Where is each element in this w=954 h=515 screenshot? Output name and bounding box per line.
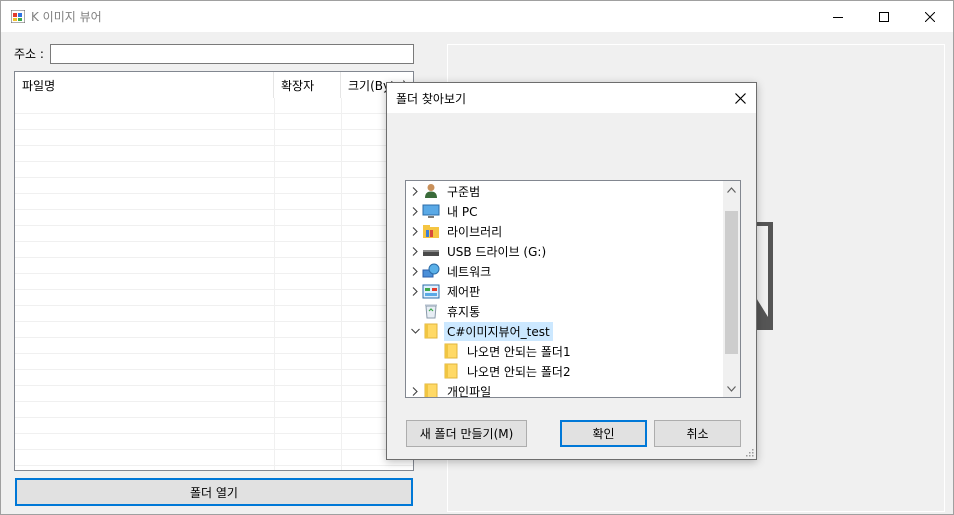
chevron-down-icon (727, 385, 736, 392)
tree-item-label: 나오면 안되는 폴더2 (467, 364, 571, 379)
tree-item[interactable]: 내 PC (408, 201, 480, 221)
cancel-button[interactable]: 취소 (654, 420, 741, 447)
new-folder-button[interactable]: 새 폴더 만들기(M) (406, 420, 527, 447)
chevron-right-icon[interactable] (408, 181, 422, 201)
usb-drive-icon (422, 243, 440, 259)
folder-browser-dialog: 폴더 찾아보기 구준범내 PC 라이브러리 USB 드라이브 (G:) 네트워크제어판… (386, 82, 757, 460)
file-list[interactable]: 파일명 확장자 크기(Byte) (14, 71, 414, 471)
ok-button[interactable]: 확인 (560, 420, 647, 447)
file-list-rows[interactable] (15, 98, 413, 470)
app-icon (11, 10, 25, 23)
chevron-right-icon[interactable] (408, 221, 422, 241)
chevron-right-icon[interactable] (408, 241, 422, 261)
minimize-icon (833, 16, 843, 18)
column-divider (341, 98, 342, 470)
open-folder-button[interactable]: 폴더 열기 (15, 478, 413, 506)
network-icon (422, 263, 440, 279)
scroll-up-button[interactable] (723, 181, 740, 198)
close-icon (734, 92, 746, 104)
address-label: 주소 : (14, 47, 44, 61)
tree-item-label: 개인파일 (447, 384, 492, 398)
tree-item-label: 나오면 안되는 폴더1 (467, 344, 571, 359)
folder-tree[interactable]: 구준범내 PC 라이브러리 USB 드라이브 (G:) 네트워크제어판휴지통 C#이미지… (405, 180, 741, 398)
tree-item-label: 내 PC (447, 204, 478, 219)
pc-icon (422, 203, 440, 219)
chevron-up-icon (727, 186, 736, 193)
maximize-button[interactable] (861, 1, 907, 32)
tree-scrollbar[interactable] (723, 181, 740, 397)
close-icon (925, 11, 935, 22)
tree-item[interactable]: C#이미지뷰어_test (408, 321, 553, 341)
tree-item[interactable]: 구준범 (408, 181, 483, 201)
tree-item[interactable]: 라이브러리 (408, 221, 505, 241)
file-list-header: 파일명 확장자 크기(Byte) (15, 72, 413, 98)
window-title: K 이미지 뷰어 (31, 10, 102, 24)
tree-item[interactable]: 나오면 안되는 폴더1 (428, 341, 574, 361)
chevron-right-icon[interactable] (408, 261, 422, 281)
tree-item[interactable]: USB 드라이브 (G:) (408, 241, 549, 261)
user-icon (422, 183, 440, 199)
chevron-right-icon[interactable] (408, 281, 422, 301)
close-button[interactable] (907, 1, 953, 32)
scroll-thumb[interactable] (725, 211, 738, 354)
address-input[interactable] (50, 44, 414, 64)
tree-item[interactable]: 제어판 (408, 281, 483, 301)
minimize-button[interactable] (815, 1, 861, 32)
folder-icon (442, 343, 460, 359)
library-icon (422, 223, 440, 239)
chevron-right-icon[interactable] (408, 381, 422, 397)
dialog-title: 폴더 찾아보기 (396, 92, 467, 106)
tree-item-label: 네트워크 (447, 264, 492, 279)
folder-icon (442, 363, 460, 379)
column-divider (274, 98, 275, 470)
tree-item[interactable]: 개인파일 (408, 381, 494, 398)
control-panel-icon (422, 283, 440, 299)
tree-item-label: 휴지통 (447, 304, 481, 319)
dialog-close-button[interactable] (728, 87, 752, 109)
tree-item[interactable]: 나오면 안되는 폴더2 (428, 361, 574, 381)
tree-item-label: 제어판 (447, 284, 481, 299)
tree-item-label: 라이브러리 (447, 224, 503, 239)
column-header-extension[interactable]: 확장자 (274, 72, 341, 98)
title-bar[interactable]: K 이미지 뷰어 (1, 1, 953, 32)
column-header-filename[interactable]: 파일명 (15, 72, 274, 98)
dialog-title-bar[interactable]: 폴더 찾아보기 (387, 83, 756, 113)
folder-icon (422, 383, 440, 397)
chevron-right-icon[interactable] (408, 201, 422, 221)
scroll-down-button[interactable] (723, 380, 740, 397)
tree-item[interactable]: 네트워크 (408, 261, 494, 281)
recycle-bin-icon (422, 303, 440, 319)
picture-placeholder-graphic (755, 222, 773, 330)
tree-item-label: USB 드라이브 (G:) (447, 244, 547, 259)
folder-icon (422, 323, 440, 339)
maximize-icon (879, 11, 889, 22)
resize-grip-icon[interactable] (744, 447, 754, 457)
tree-item-label: C#이미지뷰어_test (444, 321, 553, 341)
tree-item[interactable]: 휴지통 (408, 301, 483, 321)
chevron-down-icon[interactable] (408, 321, 422, 341)
tree-item-label: 구준범 (447, 184, 481, 199)
